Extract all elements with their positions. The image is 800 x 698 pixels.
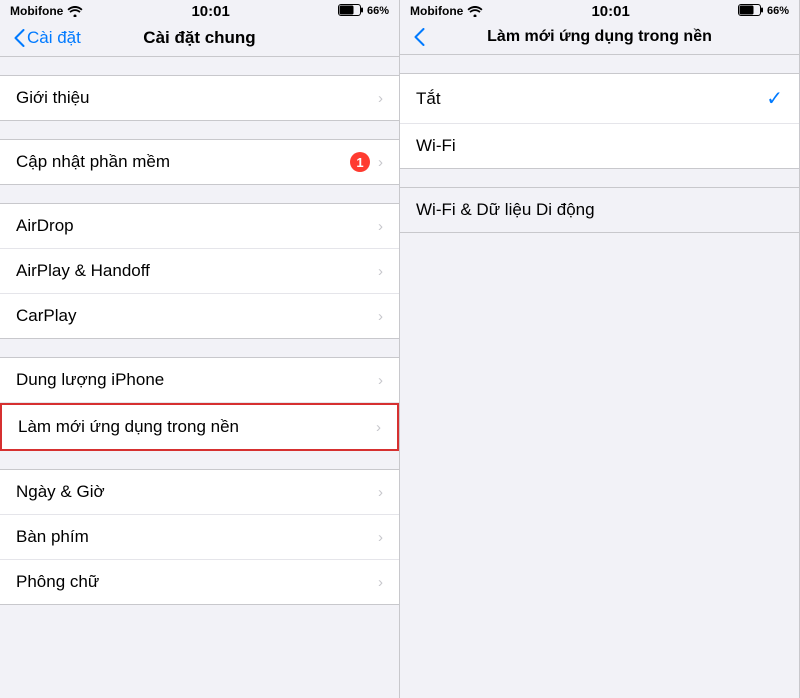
chevron-ban-phim: › bbox=[378, 529, 383, 546]
wifi-dot-left bbox=[74, 15, 77, 18]
status-bar-right: Mobifone 10:01 66% bbox=[400, 0, 799, 22]
option-wifi[interactable]: Wi-Fi bbox=[400, 124, 799, 168]
left-panel: Mobifone 10:01 66% Cài đặ bbox=[0, 0, 400, 698]
chevron-gioi-thieu: › bbox=[378, 90, 383, 107]
battery-pct-left: 66% bbox=[367, 5, 389, 17]
time-left: 10:01 bbox=[191, 3, 229, 20]
right-content: Tắt ✓ Wi-Fi Wi-Fi & Dữ liệu Di động bbox=[400, 55, 799, 698]
item-cap-nhat[interactable]: Cập nhật phần mềm 1 › bbox=[0, 140, 399, 184]
item-airplay-handoff[interactable]: AirPlay & Handoff › bbox=[0, 249, 399, 294]
option-wifi-data[interactable]: Wi-Fi & Dữ liệu Di động bbox=[400, 187, 799, 233]
item-carplay[interactable]: CarPlay › bbox=[0, 294, 399, 338]
item-ngay-gio[interactable]: Ngày & Giờ › bbox=[0, 470, 399, 515]
carrier-left: Mobifone bbox=[10, 4, 63, 18]
item-gioi-thieu[interactable]: Giới thiệu › bbox=[0, 76, 399, 120]
battery-pct-right: 66% bbox=[767, 5, 789, 17]
chevron-airplay: › bbox=[378, 263, 383, 280]
check-tat: ✓ bbox=[766, 86, 783, 111]
group-1: Giới thiệu › bbox=[0, 75, 399, 121]
group-2: Cập nhật phần mềm 1 › bbox=[0, 139, 399, 185]
carrier-right: Mobifone bbox=[410, 4, 463, 18]
options-group: Tắt ✓ Wi-Fi bbox=[400, 73, 799, 169]
item-airdrop[interactable]: AirDrop › bbox=[0, 204, 399, 249]
wifi-dot-right bbox=[474, 15, 477, 18]
battery-icon-right bbox=[738, 4, 763, 19]
item-dung-luong[interactable]: Dung lượng iPhone › bbox=[0, 357, 399, 403]
group-4: Dung lượng iPhone › Làm mới ứng dụng tro… bbox=[0, 357, 399, 451]
nav-title-right: Làm mới ứng dụng trong nền bbox=[487, 28, 712, 46]
group-3: AirDrop › AirPlay & Handoff › CarPlay › bbox=[0, 203, 399, 339]
battery-icon-left bbox=[338, 4, 363, 19]
chevron-ngay: › bbox=[378, 484, 383, 501]
time-right: 10:01 bbox=[591, 3, 629, 20]
back-button-left[interactable]: Cài đặt bbox=[14, 28, 81, 48]
wifi-icon-left bbox=[67, 5, 83, 17]
item-ban-phim[interactable]: Bàn phím › bbox=[0, 515, 399, 560]
right-panel: Mobifone 10:01 66% Làm bbox=[400, 0, 800, 698]
chevron-left-icon-left bbox=[14, 29, 25, 47]
back-label-left: Cài đặt bbox=[27, 28, 81, 48]
group-5: Ngày & Giờ › Bàn phím › Phông chữ › bbox=[0, 469, 399, 605]
nav-title-left: Cài đặt chung bbox=[143, 28, 255, 48]
chevron-cap-nhat: › bbox=[378, 154, 383, 171]
badge-cap-nhat: 1 bbox=[350, 152, 370, 172]
chevron-lam-moi: › bbox=[376, 419, 381, 436]
item-phong-chu[interactable]: Phông chữ › bbox=[0, 560, 399, 604]
option-tat[interactable]: Tắt ✓ bbox=[400, 74, 799, 124]
wifi-icon-right bbox=[467, 5, 483, 17]
chevron-carplay: › bbox=[378, 308, 383, 325]
item-lam-moi[interactable]: Làm mới ứng dụng trong nền › bbox=[0, 403, 399, 451]
left-content: Giới thiệu › Cập nhật phần mềm 1 › AirDr… bbox=[0, 57, 399, 698]
status-bar-left: Mobifone 10:01 66% bbox=[0, 0, 399, 22]
back-button-right[interactable] bbox=[414, 28, 425, 46]
chevron-phong-chu: › bbox=[378, 574, 383, 591]
nav-bar-left: Cài đặt Cài đặt chung bbox=[0, 22, 399, 57]
chevron-airdrop: › bbox=[378, 218, 383, 235]
chevron-left-icon-right bbox=[414, 28, 425, 46]
nav-bar-right: Làm mới ứng dụng trong nền bbox=[400, 22, 799, 55]
chevron-dung-luong: › bbox=[378, 372, 383, 389]
